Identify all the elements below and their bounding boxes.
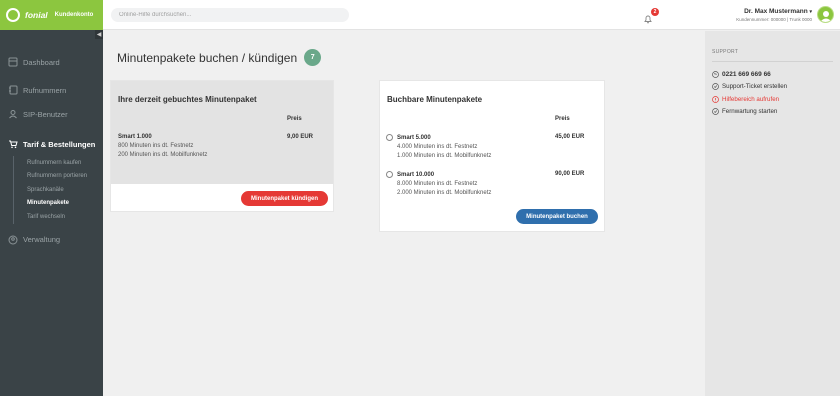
help-icon [712, 95, 719, 103]
package-line: 1.000 Minuten ins dt. Mobilfunknetz [397, 153, 492, 159]
sidebar-subitem-sprachkanaele[interactable]: Sprachkanäle [27, 183, 103, 197]
bookable-packages-card: Buchbare Minutenpakete Preis Smart 5.000… [379, 80, 605, 232]
sidebar-item-rufnummern[interactable]: Rufnummern [0, 78, 103, 102]
bookable-packages-title: Buchbare Minutenpakete [387, 95, 483, 104]
current-package-title: Ihre derzeit gebuchtes Minutenpaket [118, 95, 257, 104]
user-menu[interactable]: Dr. Max Mustermann ▾ Kundennummer: 00000… [736, 8, 812, 22]
remote-maintenance-text: Fernwartung starten [722, 108, 778, 116]
user-name: Dr. Max Mustermann [744, 8, 808, 15]
package-radio[interactable] [386, 134, 393, 141]
sidebar-subitem-minutenpakete[interactable]: Minutenpakete [27, 197, 103, 211]
current-package-line: 200 Minuten ins dt. Mobilfunknetz [118, 152, 208, 158]
remote-maintenance-link[interactable]: Fernwartung starten [712, 106, 833, 119]
help-area-text: Hilfebereich aufrufen [722, 95, 780, 103]
sidebar-item-label: Rufnummern [23, 85, 67, 95]
sidebar-item-verwaltung[interactable]: Verwaltung [0, 228, 103, 252]
fonial-logo-icon [6, 8, 20, 22]
collapse-sidebar-button[interactable]: ◀ [95, 30, 103, 39]
users-icon [7, 109, 18, 120]
sidebar-subitem-tarif-wechseln[interactable]: Tarif wechseln [27, 210, 103, 224]
support-panel: SUPPORT 0221 669 669 66 Support-Ticket e… [705, 31, 840, 396]
support-header: SUPPORT [712, 49, 739, 55]
user-circle-icon [7, 234, 18, 245]
package-line: 8.000 Minuten ins dt. Festnetz [397, 181, 478, 187]
sidebar-item-sip-benutzer[interactable]: SIP-Benutzer [0, 102, 103, 126]
search-input[interactable] [111, 8, 349, 22]
support-ticket-text: Support-Ticket erstellen [722, 83, 788, 91]
cancel-package-button[interactable]: Minutenpaket kündigen [241, 191, 328, 206]
package-radio[interactable] [386, 171, 393, 178]
help-area-link[interactable]: Hilfebereich aufrufen [712, 93, 833, 106]
package-name: Smart 5.000 [397, 134, 431, 141]
topbar: 2 Dr. Max Mustermann ▾ Kundennummer: 000… [103, 0, 840, 30]
package-price: 45,00 EUR [555, 134, 585, 140]
package-option[interactable]: Smart 10.000 8.000 Minuten ins dt. Festn… [386, 171, 491, 198]
sidebar-item-label: Dashboard [23, 57, 60, 67]
book-package-button[interactable]: Minutenpaket buchen [516, 209, 598, 224]
price-column-header: Preis [287, 116, 302, 122]
avatar[interactable] [817, 6, 834, 23]
ticket-icon [712, 83, 719, 91]
current-package-card: Ihre derzeit gebuchtes Minutenpaket Prei… [110, 80, 334, 212]
brand-subtitle: Kundenkonto [54, 12, 94, 18]
brand-name: fonial [25, 10, 48, 20]
package-line: 4.000 Minuten ins dt. Festnetz [397, 144, 478, 150]
package-name: Smart 10.000 [397, 171, 435, 178]
sidebar-item-label: Verwaltung [23, 235, 61, 244]
support-phone-text: 0221 669 669 66 [722, 70, 771, 78]
phone-book-icon [7, 85, 18, 96]
price-column-header: Preis [555, 116, 570, 122]
support-phone[interactable]: 0221 669 669 66 [712, 68, 833, 81]
chevron-down-icon: ▾ [809, 9, 812, 15]
sidebar-item-label: Tarif & Bestellungen [23, 139, 96, 149]
support-ticket-link[interactable]: Support-Ticket erstellen [712, 81, 833, 94]
package-price: 90,00 EUR [555, 171, 585, 177]
sidebar: fonial Kundenkonto ◀ Dashboard Rufnummer… [0, 0, 103, 396]
current-package-price: 9,00 EUR [287, 134, 314, 140]
count-badge: 7 [304, 49, 322, 66]
sidebar-subitem-rufnummern-portieren[interactable]: Rufnummern portieren [27, 170, 103, 184]
sidebar-subitem-rufnummern-kaufen[interactable]: Rufnummern kaufen [27, 156, 103, 170]
notification-badge: 2 [651, 8, 659, 16]
chevron-left-icon: ◀ [96, 32, 102, 38]
sidebar-subnav: Rufnummern kaufen Rufnummern portieren S… [13, 156, 103, 224]
sidebar-item-label: SIP-Benutzer [23, 109, 68, 119]
brand-logo[interactable]: fonial Kundenkonto [0, 0, 103, 30]
divider [712, 61, 833, 62]
package-option[interactable]: Smart 5.000 4.000 Minuten ins dt. Festne… [386, 134, 491, 161]
remote-icon [712, 108, 719, 116]
current-package-name: Smart 1.000 [118, 134, 152, 140]
current-package-line: 800 Minuten ins dt. Festnetz [118, 143, 194, 149]
page-title-text: Minutenpakete buchen / kündigen [117, 50, 298, 65]
page-title: Minutenpakete buchen / kündigen 7 [117, 49, 322, 66]
phone-icon [712, 70, 719, 78]
dashboard-icon [7, 57, 18, 68]
sidebar-item-dashboard[interactable]: Dashboard [0, 50, 103, 74]
sidebar-item-tarif-bestellungen[interactable]: Tarif & Bestellungen [0, 132, 103, 156]
cart-icon [7, 139, 18, 150]
user-meta: Kundennummer: 000000 | Trunk 0000 [736, 17, 812, 22]
package-line: 2.000 Minuten ins dt. Mobilfunknetz [397, 190, 492, 196]
user-avatar-icon [819, 11, 832, 22]
